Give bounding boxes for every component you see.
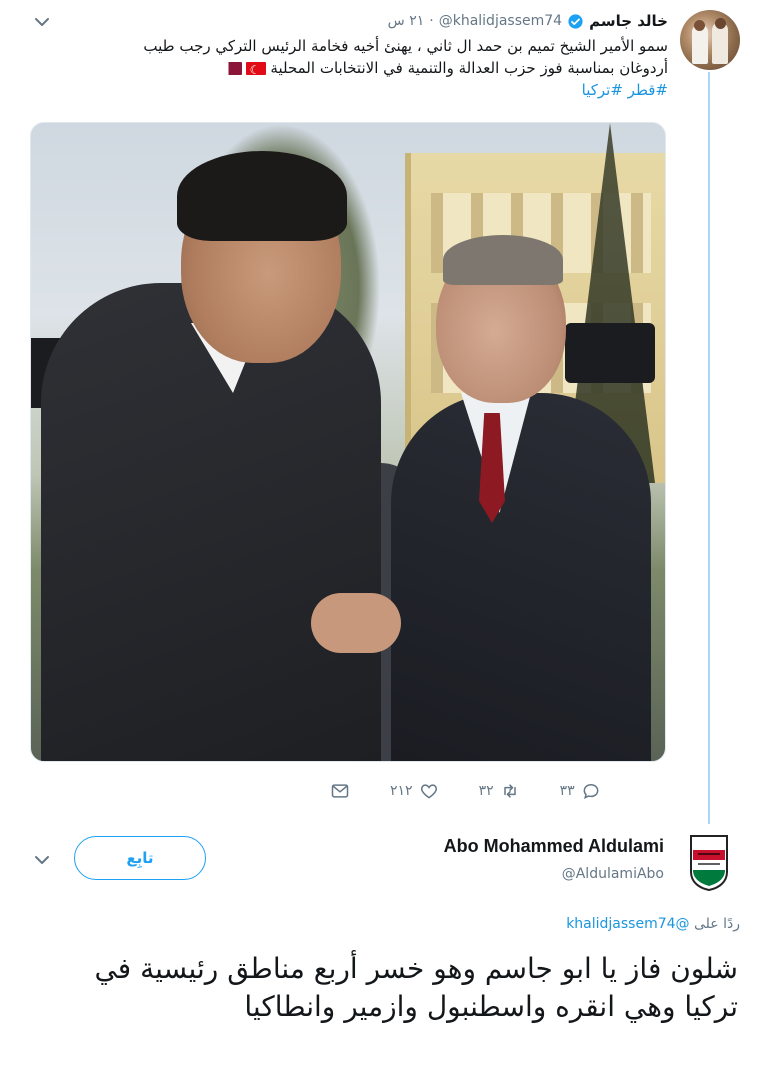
- tweet-actions: ٢١٢ ٣٢ ٣٣: [330, 776, 670, 806]
- replying-to-mention[interactable]: @khalidjassem74: [566, 916, 689, 932]
- replying-to: ردًا على @khalidjassem74: [566, 916, 740, 932]
- heart-icon: [420, 784, 437, 799]
- message-action[interactable]: [330, 781, 350, 801]
- comment-icon: [583, 783, 599, 800]
- reply-action[interactable]: ٣٣: [560, 781, 601, 801]
- chevron-down-icon[interactable]: [32, 12, 52, 32]
- chevron-down-icon[interactable]: [32, 850, 52, 870]
- thread-connector-line: [708, 72, 710, 824]
- tweet-text-line2: أردوغان بمناسبة فوز حزب العدالة والتنمية…: [270, 59, 668, 77]
- turkey-flag-icon: [245, 59, 266, 81]
- reply-author-avatar[interactable]: [688, 834, 730, 892]
- replying-to-prefix: ردًا على: [694, 916, 740, 932]
- follow-button[interactable]: تابِع: [74, 836, 206, 880]
- qatar-flag-icon: [221, 62, 242, 75]
- like-action[interactable]: ٢١٢: [390, 781, 439, 801]
- retweet-action[interactable]: ٣٢: [479, 781, 520, 801]
- like-count: ٢١٢: [390, 783, 413, 799]
- tweet-timestamp[interactable]: ٢١ س: [388, 13, 425, 29]
- reply-author-handle[interactable]: @AldulamiAbo: [562, 866, 664, 882]
- tweet-text-line2-wrap: أردوغان بمناسبة فوز حزب العدالة والتنمية…: [36, 57, 668, 81]
- tweet-header: خالد جاسم @khalidjassem74 · ٢١ س: [388, 10, 668, 32]
- retweet-icon: [503, 784, 516, 798]
- retweet-count: ٣٢: [478, 783, 494, 799]
- reply-count: ٣٣: [559, 783, 575, 799]
- tweet-photo[interactable]: [30, 122, 666, 762]
- envelope-icon: [331, 784, 349, 798]
- tweet-hashtags[interactable]: #قطر #تركيا: [36, 79, 668, 101]
- tweet-text: سمو الأمير الشيخ تميم بن حمد ال ثاني ، ي…: [36, 35, 668, 101]
- verified-badge-icon: [568, 13, 583, 29]
- reply-text: شلون فاز يا ابو جاسم وهو خسر أربع مناطق …: [94, 952, 738, 1023]
- tweet-text-line1: سمو الأمير الشيخ تميم بن حمد ال ثاني ، ي…: [143, 37, 668, 55]
- separator-dot: ·: [429, 13, 434, 29]
- author-display-name[interactable]: خالد جاسم: [589, 12, 668, 30]
- author-handle[interactable]: @khalidjassem74: [439, 13, 562, 29]
- author-avatar[interactable]: [680, 10, 740, 70]
- reply-author-name[interactable]: Abo Mohammed Aldulami: [444, 836, 664, 857]
